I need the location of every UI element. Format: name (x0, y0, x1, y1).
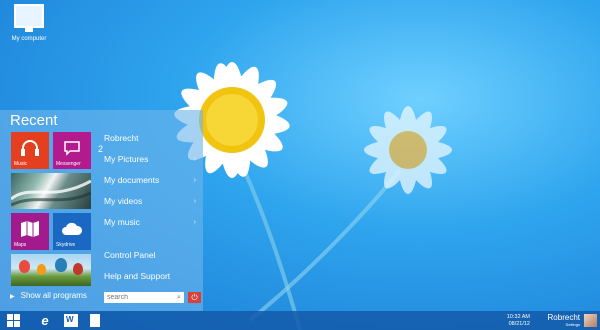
menu-item-user[interactable]: Robrecht (104, 128, 200, 149)
menu-item-label: My Pictures (104, 154, 149, 164)
balloon-image (73, 263, 83, 275)
recent-title: Recent (10, 112, 58, 129)
search-input[interactable] (104, 292, 184, 303)
word-icon[interactable] (64, 314, 78, 327)
notes-icon[interactable] (90, 314, 100, 327)
user-sub-label: Settings (565, 322, 580, 327)
chevron-right-icon: › (193, 219, 196, 226)
menu-item-videos[interactable]: My videos › (104, 191, 200, 212)
internet-explorer-icon[interactable]: e (38, 314, 52, 327)
chevron-right-icon: › (193, 177, 196, 184)
map-icon (21, 221, 39, 237)
power-button[interactable]: ⏻ (188, 292, 201, 303)
show-all-programs-button[interactable]: ▶ Show all programs (10, 291, 87, 300)
tile-skydrive-label: Skydrive (56, 242, 76, 248)
menu-item-help[interactable]: Help and Support (104, 266, 200, 287)
search-icon[interactable]: ⌕ (175, 293, 183, 302)
start-menu: Recent Music Messenger 2 Maps Skydrive R… (0, 110, 203, 311)
clock-time: 10:32 AM (506, 314, 530, 320)
menu-item-label: Control Panel (104, 250, 156, 260)
tile-maps[interactable]: Maps (11, 213, 49, 250)
chevron-right-icon: › (193, 198, 196, 205)
avatar[interactable] (584, 314, 597, 327)
tile-photo-abstract[interactable] (11, 173, 91, 209)
tile-music[interactable]: Music (11, 132, 49, 169)
headphones-icon (21, 140, 39, 156)
chat-bubble-icon (64, 141, 80, 156)
messenger-count-badge: 2 (97, 144, 103, 154)
tile-skydrive[interactable]: Skydrive (53, 213, 91, 250)
menu-item-label: Help and Support (104, 271, 171, 281)
chevron-right-icon: › (193, 156, 196, 163)
clock-date: 08/21/12 (508, 321, 530, 327)
menu-divider (104, 233, 200, 245)
desktop-icon-label: My computer (11, 36, 47, 42)
balloon-image (37, 264, 46, 275)
photo-image (11, 179, 91, 207)
power-icon: ⏻ (191, 293, 198, 302)
menu-item-documents[interactable]: My documents › (104, 170, 200, 191)
system-clock[interactable]: 10:32 AM 08/21/12 (507, 314, 530, 328)
show-all-label: Show all programs (20, 291, 87, 300)
menu-item-label: Robrecht (104, 133, 139, 143)
user-account[interactable]: Robrecht Settings (548, 313, 580, 327)
tile-music-label: Music (14, 161, 28, 167)
menu-item-label: My videos (104, 196, 143, 206)
triangle-right-icon: ▶ (10, 294, 15, 300)
user-name-label: Robrecht (547, 313, 580, 322)
menu-item-label: My documents (104, 175, 160, 185)
my-computer-desktop-icon[interactable]: My computer (6, 4, 52, 42)
taskbar: e 10:32 AM 08/21/12 Robrecht Settings (0, 311, 600, 330)
cloud-icon (62, 222, 83, 235)
tile-messenger[interactable]: Messenger 2 (53, 132, 103, 169)
tile-maps-label: Maps (14, 242, 27, 248)
menu-item-label: My music (104, 217, 140, 227)
menu-item-control-panel[interactable]: Control Panel (104, 245, 200, 266)
menu-item-pictures[interactable]: My Pictures › (104, 149, 200, 170)
start-menu-list: Robrecht My Pictures › My documents › My… (104, 128, 200, 287)
menu-item-music[interactable]: My music › (104, 212, 200, 233)
tile-photo-balloons[interactable] (11, 254, 91, 286)
monitor-icon (14, 4, 44, 32)
windows-start-icon[interactable] (7, 314, 21, 327)
tile-messenger-label: Messenger (56, 161, 81, 167)
balloon-image (19, 260, 30, 273)
balloon-image (55, 258, 67, 272)
